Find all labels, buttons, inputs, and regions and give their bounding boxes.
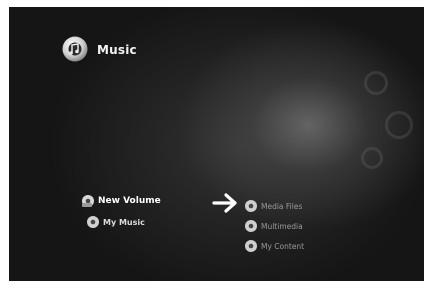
music-disc-icon xyxy=(62,36,88,62)
dest-label: Media Files xyxy=(261,201,303,211)
disc-icon xyxy=(87,216,99,228)
dest-multimedia[interactable]: Multimedia xyxy=(244,219,303,233)
dest-media-files[interactable]: Media Files xyxy=(244,199,302,213)
decorative-ring xyxy=(361,147,383,169)
source-label: My Music xyxy=(103,217,145,227)
decorative-ring xyxy=(385,111,413,139)
decorative-ring xyxy=(364,71,388,95)
source-label: New Volume xyxy=(98,196,161,206)
disc-icon xyxy=(245,200,257,212)
disc-icon xyxy=(245,220,257,232)
drive-disc-icon xyxy=(82,195,94,207)
arrow-right-icon xyxy=(212,193,237,213)
dest-my-content[interactable]: My Content xyxy=(244,239,304,253)
source-new-volume[interactable]: New Volume xyxy=(81,194,161,208)
page-title: Music xyxy=(97,43,137,57)
source-my-music[interactable]: My Music xyxy=(86,215,145,229)
media-center-screen: Music New Volume My Music Media Files Mu… xyxy=(9,7,424,281)
dest-label: My Content xyxy=(261,241,305,251)
dest-label: Multimedia xyxy=(261,221,303,231)
disc-icon xyxy=(245,240,257,252)
